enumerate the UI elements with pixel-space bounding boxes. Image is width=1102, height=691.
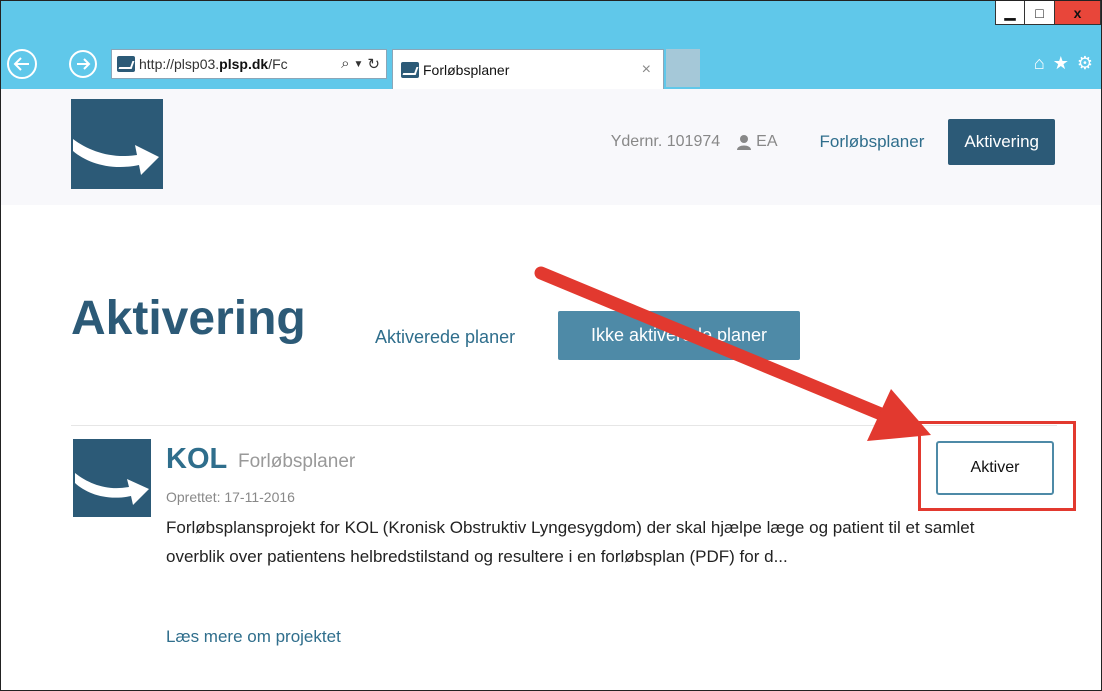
project-subtitle: Forløbsplaner <box>238 451 356 472</box>
settings-gear-icon[interactable]: ⚙ <box>1077 53 1093 74</box>
forward-button[interactable] <box>69 50 97 78</box>
site-favicon-icon <box>117 56 135 72</box>
divider <box>71 425 1057 426</box>
back-button[interactable] <box>7 49 37 79</box>
read-more-link[interactable]: Læs mere om projektet <box>166 627 341 647</box>
window-controls: ▁ □ x <box>995 1 1101 25</box>
close-button[interactable]: x <box>1055 1 1101 25</box>
project-title[interactable]: KOL <box>166 443 227 476</box>
user-menu[interactable]: EA <box>736 133 777 151</box>
project-logo <box>73 439 151 517</box>
site-header: Ydernr. 101974 EA Forløbsplaner Aktiveri… <box>1 89 1101 205</box>
maximize-button[interactable]: □ <box>1025 1 1055 25</box>
nav-forlobsplaner-link[interactable]: Forløbsplaner <box>819 132 924 152</box>
user-initials: EA <box>756 133 778 150</box>
tab-favicon-icon <box>401 61 419 78</box>
tab-title: Forløbsplaner <box>423 61 510 78</box>
logo-swoosh-icon <box>73 139 159 175</box>
user-icon <box>737 135 752 150</box>
back-arrow-icon <box>13 57 29 71</box>
project-swoosh-icon <box>75 473 149 505</box>
dropdown-icon[interactable]: ▼ <box>354 55 364 73</box>
new-tab-button[interactable] <box>666 49 700 87</box>
screenshot-frame: ▁ □ x http://plsp03.plsp.dk/Fc ⌕ ▼ ↻ For… <box>0 0 1102 691</box>
forward-arrow-icon <box>77 58 91 70</box>
refresh-icon[interactable]: ↻ <box>367 55 380 73</box>
project-created-date: Oprettet: 17-11-2016 <box>166 489 295 505</box>
site-logo[interactable] <box>71 99 163 189</box>
url-text: http://plsp03.plsp.dk/Fc <box>139 56 288 72</box>
address-bar[interactable]: http://plsp03.plsp.dk/Fc ⌕ ▼ ↻ <box>111 49 387 79</box>
activate-button[interactable]: Aktiver <box>936 441 1054 495</box>
ydernr-text: Ydernr. 101974 <box>610 133 721 150</box>
tab-aktiverede-planer[interactable]: Aktiverede planer <box>375 327 515 348</box>
minimize-button[interactable]: ▁ <box>995 1 1025 25</box>
project-description: Forløbsplansprojekt for KOL (Kronisk Obs… <box>166 518 975 566</box>
browser-chrome: ▁ □ x http://plsp03.plsp.dk/Fc ⌕ ▼ ↻ For… <box>1 1 1101 89</box>
home-icon[interactable]: ⌂ <box>1034 53 1045 74</box>
tab-close-icon[interactable]: × <box>642 61 651 79</box>
search-icon[interactable]: ⌕ <box>341 55 349 73</box>
page-title: Aktivering <box>71 292 306 345</box>
tab-ikke-aktiverede-planer[interactable]: Ikke aktiverede planer <box>558 311 800 360</box>
nav-aktivering-button[interactable]: Aktivering <box>948 119 1055 165</box>
favorites-star-icon[interactable]: ★ <box>1053 53 1069 74</box>
browser-tab[interactable]: Forløbsplaner × <box>392 49 664 89</box>
